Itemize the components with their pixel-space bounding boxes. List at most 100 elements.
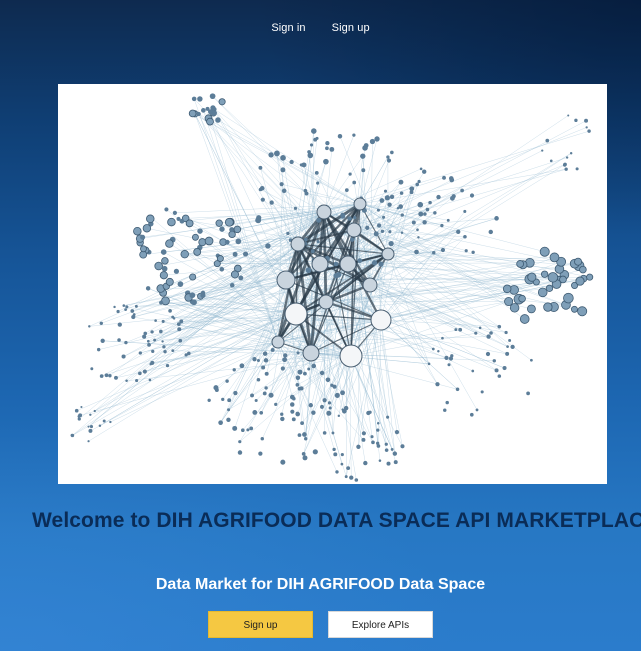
graph-node xyxy=(255,217,262,224)
graph-node xyxy=(571,305,578,313)
graph-node xyxy=(425,207,430,212)
graph-node xyxy=(326,410,332,416)
graph-node xyxy=(282,357,288,363)
graph-node xyxy=(226,417,231,422)
graph-node xyxy=(109,420,112,424)
graph-node xyxy=(99,321,103,325)
graph-node xyxy=(373,231,379,237)
graph-node xyxy=(435,382,440,387)
graph-node xyxy=(206,117,214,126)
graph-node xyxy=(368,410,372,414)
graph-node xyxy=(268,392,274,398)
graph-node xyxy=(340,453,344,457)
graph-node xyxy=(303,371,307,376)
graph-node xyxy=(564,167,568,171)
graph-node xyxy=(150,360,155,365)
graph-node xyxy=(230,270,239,279)
graph-node xyxy=(389,194,395,200)
graph-node xyxy=(449,176,454,181)
graph-node xyxy=(541,149,544,152)
explore-apis-button[interactable]: Explore APIs xyxy=(328,611,433,638)
graph-node xyxy=(400,213,404,217)
graph-node xyxy=(437,350,440,353)
graph-node xyxy=(191,233,199,241)
graph-node xyxy=(510,344,515,350)
graph-node xyxy=(114,375,118,380)
graph-node xyxy=(352,133,356,137)
graph-node xyxy=(142,334,147,339)
graph-node xyxy=(249,426,254,431)
graph-hub-node xyxy=(316,204,332,220)
graph-node xyxy=(414,249,419,255)
graph-node xyxy=(191,96,197,102)
graph-node xyxy=(77,415,81,418)
graph-node xyxy=(386,158,392,163)
graph-node xyxy=(331,431,335,435)
signup-button[interactable]: Sign up xyxy=(208,611,313,638)
graph-node xyxy=(227,408,231,412)
graph-hub-node xyxy=(311,255,329,273)
graph-node xyxy=(265,243,271,249)
graph-hub-node xyxy=(362,277,378,293)
graph-node xyxy=(256,377,261,382)
graph-node xyxy=(579,265,587,274)
graph-node xyxy=(165,239,174,248)
graph-node xyxy=(363,143,369,148)
graph-node xyxy=(333,452,338,457)
graph-node xyxy=(210,105,216,111)
graph-node xyxy=(549,159,553,163)
graph-node xyxy=(261,365,266,370)
graph-node xyxy=(509,303,520,313)
graph-node xyxy=(416,228,419,232)
graph-node xyxy=(164,207,169,212)
graph-node xyxy=(142,224,152,233)
graph-node xyxy=(363,460,368,466)
graph-node xyxy=(140,234,146,240)
graph-node xyxy=(200,108,206,113)
graph-node xyxy=(316,181,320,185)
graph-node xyxy=(161,257,169,265)
graph-node xyxy=(353,216,357,220)
graph-node xyxy=(322,398,327,403)
graph-node xyxy=(232,425,238,431)
graph-node xyxy=(215,219,223,227)
graph-node xyxy=(172,317,176,320)
graph-node xyxy=(474,331,478,335)
graph-node xyxy=(80,405,83,409)
graph-node xyxy=(376,223,382,228)
graph-node xyxy=(587,129,591,133)
graph-node xyxy=(213,385,219,391)
graph-node xyxy=(323,158,329,165)
graph-node xyxy=(180,249,189,259)
graph-node xyxy=(146,339,150,343)
graph-node xyxy=(494,216,499,221)
graph-node xyxy=(379,198,385,203)
graph-node xyxy=(541,270,549,278)
graph-node xyxy=(146,214,155,224)
graph-node xyxy=(384,195,390,201)
graph-edge xyxy=(281,183,361,205)
graph-node xyxy=(280,416,285,422)
graph-edge xyxy=(217,119,361,205)
graph-node xyxy=(436,194,441,200)
graph-node xyxy=(475,408,479,412)
graph-node xyxy=(446,218,450,222)
graph-node xyxy=(371,260,378,266)
graph-node xyxy=(485,351,491,357)
graph-node xyxy=(519,314,530,324)
sign-in-link[interactable]: Sign in xyxy=(271,22,305,34)
graph-node xyxy=(89,413,92,416)
graph-node xyxy=(393,460,398,465)
graph-node xyxy=(252,410,258,415)
graph-node xyxy=(357,258,363,264)
graph-node xyxy=(177,327,182,332)
graph-node xyxy=(135,379,139,383)
sign-up-link[interactable]: Sign up xyxy=(332,22,370,34)
graph-node xyxy=(229,227,235,233)
graph-node xyxy=(530,358,533,362)
graph-node xyxy=(332,384,337,389)
network-graph-canvas xyxy=(70,93,594,482)
graph-edge xyxy=(193,98,279,343)
graph-node xyxy=(227,398,232,403)
graph-node xyxy=(96,347,101,352)
